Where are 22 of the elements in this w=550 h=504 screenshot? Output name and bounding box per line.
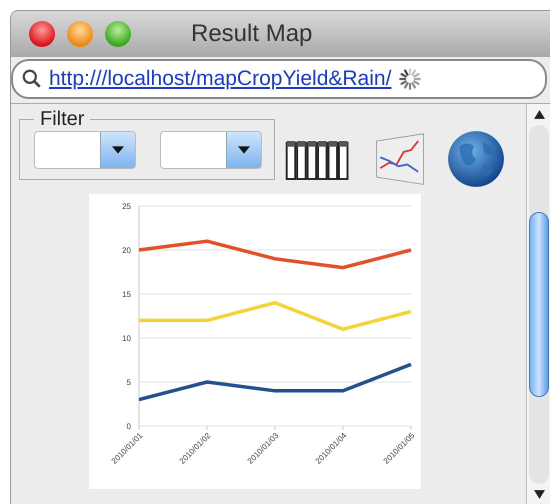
address-field[interactable]: http:///localhost/mapCropYield&Rain/ xyxy=(11,59,547,99)
y-tick-label: 15 xyxy=(122,290,131,299)
y-tick-label: 25 xyxy=(122,202,131,211)
caret-icon xyxy=(112,146,124,154)
search-icon xyxy=(21,68,43,90)
dropdown[interactable] xyxy=(34,131,136,169)
y-tick-label: 10 xyxy=(122,334,131,343)
filter-label: Filter xyxy=(39,108,86,131)
globe-icon[interactable] xyxy=(445,128,507,190)
y-tick-label: 5 xyxy=(126,378,131,387)
zoom-button[interactable] xyxy=(105,21,131,47)
y-tick-label: 20 xyxy=(122,246,131,255)
window-title: Result Map xyxy=(191,20,312,48)
scroll-down-arrow-icon[interactable] xyxy=(534,490,544,499)
vertical-scrollbar[interactable] xyxy=(526,104,550,504)
scroll-up-arrow-icon[interactable] xyxy=(534,110,544,119)
caret-icon xyxy=(238,146,250,154)
scrollbar-thumb[interactable] xyxy=(529,212,549,397)
y-tick-label: 0 xyxy=(126,422,131,431)
close-button[interactable] xyxy=(29,21,55,47)
dropdown[interactable] xyxy=(160,131,262,169)
url-link[interactable]: http:///localhost/mapCropYield&Rain/ xyxy=(49,67,392,91)
